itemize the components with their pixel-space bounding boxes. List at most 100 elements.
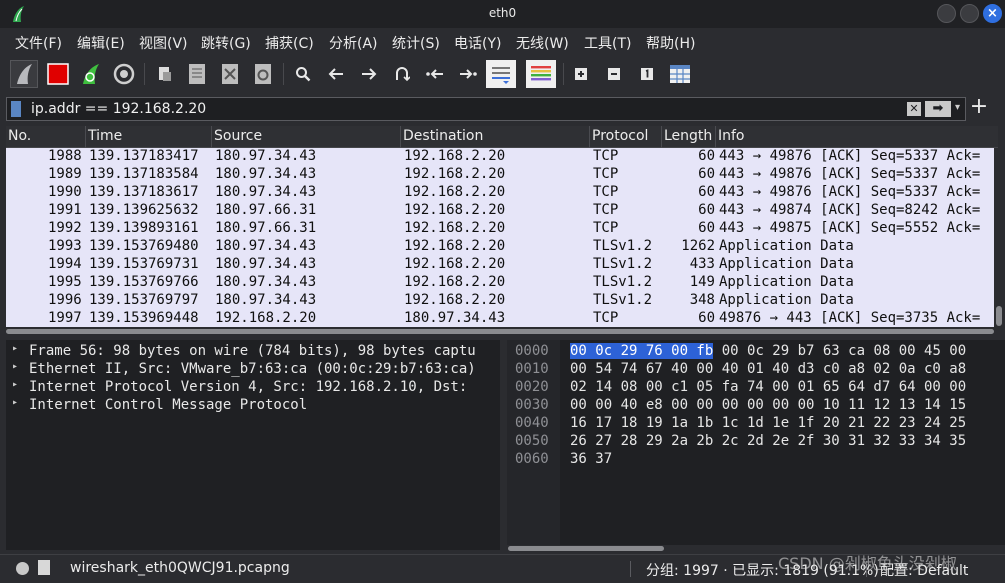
packet-no: 1991 <box>48 202 82 218</box>
menu-telephony[interactable]: 电话(Y) <box>454 33 501 53</box>
capture-options-button[interactable] <box>110 60 138 88</box>
menu-capture[interactable]: 捕获(C) <box>265 33 314 53</box>
packet-destination: 192.168.2.20 <box>404 166 506 182</box>
packet-source: 180.97.34.43 <box>215 148 317 164</box>
expert-info-icon[interactable] <box>16 562 29 575</box>
scrollbar-thumb[interactable] <box>996 306 1002 326</box>
menu-help[interactable]: 帮助(H) <box>646 33 695 53</box>
menu-analyze[interactable]: 分析(A) <box>329 33 378 53</box>
clear-filter-button[interactable]: ✕ <box>907 102 921 116</box>
column-divider[interactable] <box>661 126 662 148</box>
minimize-button[interactable] <box>937 4 956 23</box>
packet-row[interactable]: 1997 139.153969448 192.168.2.20 180.97.3… <box>6 310 994 327</box>
menu-view[interactable]: 视图(V) <box>139 33 188 53</box>
packet-row[interactable]: 1993 139.153769480 180.97.34.43 192.168.… <box>6 238 994 256</box>
filter-history-dropdown[interactable]: ▾ <box>955 102 960 113</box>
bytes-pane-scrollbar[interactable] <box>508 546 664 551</box>
go-back-button[interactable] <box>322 60 350 88</box>
menu-wireless[interactable]: 无线(W) <box>516 33 569 53</box>
zoom-out-button[interactable] <box>600 60 628 88</box>
packet-row[interactable]: 1996 139.153769797 180.97.34.43 192.168.… <box>6 292 994 310</box>
packet-row[interactable]: 1990 139.137183617 180.97.34.43 192.168.… <box>6 184 994 202</box>
packet-protocol: TCP <box>593 310 619 326</box>
packet-info: Application Data <box>719 292 854 308</box>
hex-bytes: 00 00 40 e8 00 00 00 00 00 00 10 11 12 1… <box>570 397 967 413</box>
zoom-in-icon <box>575 68 587 80</box>
pane-splitter[interactable] <box>501 340 506 552</box>
menu-go[interactable]: 跳转(G) <box>201 33 251 53</box>
scrollbar-thumb[interactable] <box>6 329 994 334</box>
column-divider[interactable] <box>400 126 401 148</box>
packet-no: 1993 <box>48 238 82 254</box>
packet-destination: 192.168.2.20 <box>404 292 506 308</box>
window-title: eth0 <box>488 6 517 20</box>
column-header-source[interactable]: Source <box>214 128 262 144</box>
menu-tools[interactable]: 工具(T) <box>584 33 631 53</box>
expand-arrow-icon[interactable]: ▸ <box>12 379 18 390</box>
column-header-info[interactable]: Info <box>718 128 745 144</box>
packet-source: 180.97.34.43 <box>215 166 317 182</box>
save-file-icon <box>189 64 205 84</box>
menu-edit[interactable]: 编辑(E) <box>77 33 125 53</box>
zoom-out-icon <box>608 68 620 80</box>
packet-row[interactable]: 1995 139.153769766 180.97.34.43 192.168.… <box>6 274 994 292</box>
capture-comment-icon[interactable] <box>38 560 50 575</box>
packet-time: 139.139893161 <box>89 220 199 236</box>
hex-bytes: 26 27 28 29 2a 2b 2c 2d 2e 2f 30 31 32 3… <box>570 433 967 449</box>
packet-info: Application Data <box>719 274 854 290</box>
expand-arrow-icon[interactable]: ▸ <box>12 397 18 408</box>
selected-bytes[interactable]: 00 0c 29 76 00 fb <box>570 343 714 359</box>
zoom-in-button[interactable] <box>567 60 595 88</box>
packet-destination: 192.168.2.20 <box>404 238 506 254</box>
packet-row[interactable]: 1994 139.153769731 180.97.34.43 192.168.… <box>6 256 994 274</box>
resize-columns-button[interactable] <box>666 60 694 88</box>
arrow-right-icon <box>362 68 377 80</box>
save-file-button[interactable] <box>183 60 211 88</box>
expand-arrow-icon[interactable]: ▸ <box>12 343 18 354</box>
packet-time: 139.153969448 <box>89 310 199 326</box>
byte-offset: 0000 <box>515 343 549 359</box>
first-packet-button[interactable] <box>421 60 449 88</box>
menu-statistics[interactable]: 统计(S) <box>392 33 440 53</box>
display-filter-bar: ✕ ➡ ▾ <box>6 97 966 121</box>
column-divider[interactable] <box>589 126 590 148</box>
last-packet-button[interactable] <box>454 60 482 88</box>
packet-row[interactable]: 1988 139.137183417 180.97.34.43 192.168.… <box>6 148 994 166</box>
stop-capture-button[interactable] <box>44 60 72 88</box>
normal-size-button[interactable] <box>633 60 661 88</box>
restart-capture-button[interactable] <box>77 60 105 88</box>
column-divider[interactable] <box>715 126 716 148</box>
jump-arc-icon <box>396 67 410 82</box>
start-capture-button[interactable] <box>10 60 38 88</box>
column-divider[interactable] <box>211 126 212 148</box>
packet-row[interactable]: 1991 139.139625632 180.97.66.31 192.168.… <box>6 202 994 220</box>
open-file-button[interactable] <box>151 60 179 88</box>
go-to-packet-button[interactable] <box>388 60 416 88</box>
autoscroll-button[interactable] <box>486 60 516 88</box>
bookmark-icon[interactable] <box>11 101 21 117</box>
packet-details-pane: ▸ Frame 56: 98 bytes on wire (784 bits),… <box>6 340 500 550</box>
expand-arrow-icon[interactable]: ▸ <box>12 361 18 372</box>
apply-filter-button[interactable]: ➡ <box>925 101 951 117</box>
packet-list-vertical-scrollbar[interactable] <box>994 148 1005 327</box>
menu-file[interactable]: 文件(F) <box>15 33 62 53</box>
packet-row[interactable]: 1992 139.139893161 180.97.66.31 192.168.… <box>6 220 994 238</box>
packet-row[interactable]: 1989 139.137183584 180.97.34.43 192.168.… <box>6 166 994 184</box>
column-header-destination[interactable]: Destination <box>403 128 483 144</box>
packet-list-horizontal-scrollbar[interactable] <box>6 327 994 336</box>
packet-time: 139.153769731 <box>89 256 199 272</box>
close-button[interactable]: × <box>983 4 1002 23</box>
column-header-no[interactable]: No. <box>8 128 31 144</box>
find-packet-button[interactable] <box>289 60 317 88</box>
maximize-button[interactable] <box>960 4 979 23</box>
display-filter-input[interactable] <box>31 100 891 118</box>
go-forward-button[interactable] <box>355 60 383 88</box>
reload-file-button[interactable] <box>249 60 277 88</box>
column-divider[interactable] <box>85 126 86 148</box>
close-file-button[interactable] <box>216 60 244 88</box>
colorize-button[interactable] <box>526 60 556 88</box>
add-filter-button[interactable]: + <box>968 96 990 120</box>
column-header-time[interactable]: Time <box>88 128 122 144</box>
column-header-length[interactable]: Length <box>664 128 712 144</box>
column-header-protocol[interactable]: Protocol <box>592 128 648 144</box>
